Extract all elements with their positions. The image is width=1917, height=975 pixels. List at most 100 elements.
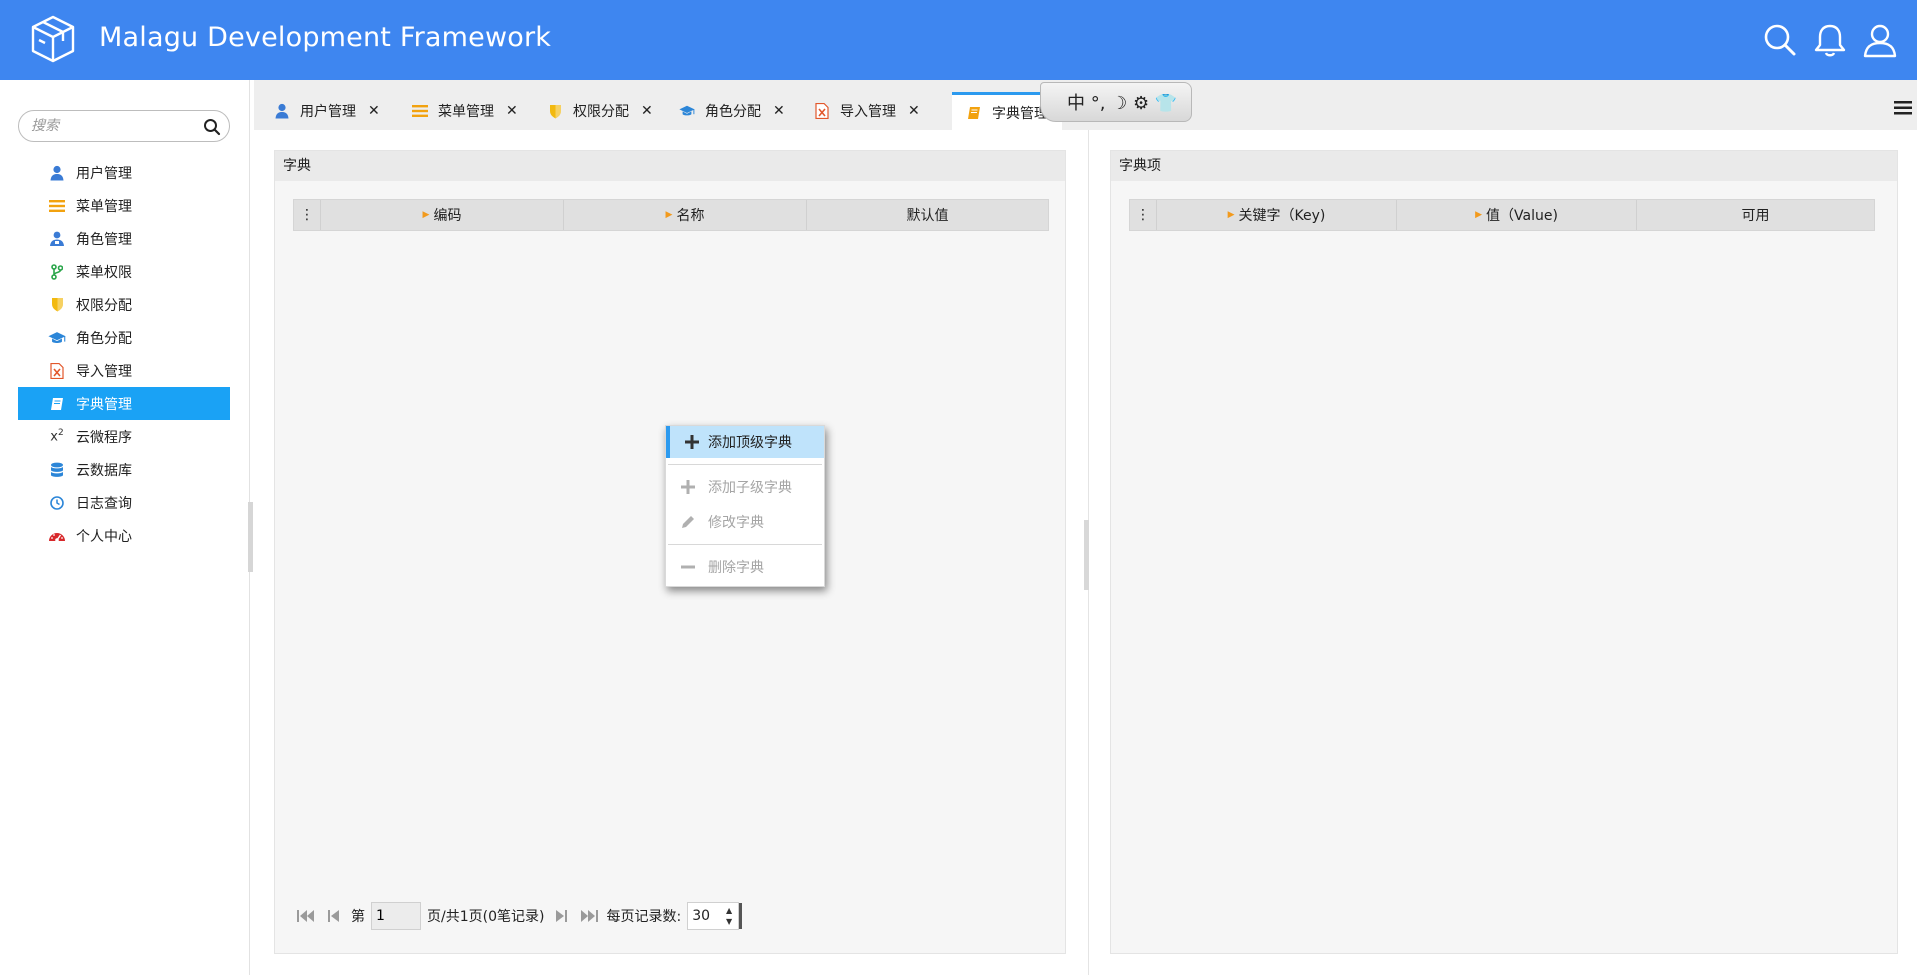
database-icon xyxy=(48,461,66,479)
column-header-key[interactable]: ▶ 关键字（Key) xyxy=(1156,200,1396,230)
next-page-icon[interactable] xyxy=(550,905,572,927)
page-size-value: 30 xyxy=(692,908,711,924)
list-icon xyxy=(412,103,428,119)
sidebar-item-users[interactable]: 角色管理 xyxy=(18,222,230,255)
prev-page-icon[interactable] xyxy=(323,905,345,927)
sidebar-item-dashboard[interactable]: 个人中心 xyxy=(18,519,230,552)
column-header-name[interactable]: ▶ 名称 xyxy=(563,200,806,230)
close-icon[interactable]: ✕ xyxy=(908,103,920,119)
search-icon[interactable] xyxy=(1760,20,1800,60)
panel-title: 字典项 xyxy=(1111,151,1897,181)
sort-icon: ▶ xyxy=(1227,210,1235,220)
menu-separator xyxy=(668,464,822,465)
menu-icon[interactable] xyxy=(1894,100,1912,116)
branch-icon xyxy=(48,263,66,281)
column-header-value[interactable]: ▶ 值（Value) xyxy=(1396,200,1636,230)
sidebar-item-clock[interactable]: 日志查询 xyxy=(18,486,230,519)
sidebar-item-label: 菜单管理 xyxy=(76,198,132,215)
sidebar-item-superscript[interactable]: x2 云微程序 xyxy=(18,420,230,453)
spinner-arrows-icon[interactable]: ▲ ▼ xyxy=(726,905,732,927)
pager: 第 页/共1页(0笔记录) 每页记录数: 30 ▲▼ xyxy=(295,901,743,931)
page-summary: 页/共1页(0笔记录) xyxy=(427,909,545,925)
column-header-default[interactable]: 默认值 xyxy=(806,200,1048,230)
sidebar-menu: 用户管理菜单管理角色管理菜单权限权限分配角色分配导入管理字典管理 x2 云微程序云数… xyxy=(18,156,230,552)
user-icon[interactable] xyxy=(1860,20,1900,60)
sidebar-item-label: 云数据库 xyxy=(76,462,132,479)
page-size-spinner[interactable]: 30 ▲ ▼ xyxy=(687,902,743,930)
sidebar-item-label: 权限分配 xyxy=(76,297,132,314)
sidebar-item-graduation-cap[interactable]: 角色分配 xyxy=(18,321,230,354)
column-menu-icon[interactable]: ⋮ xyxy=(1130,200,1156,230)
menu-separator xyxy=(668,544,822,545)
app-header: Malagu Development Framework xyxy=(0,0,1917,80)
user-icon xyxy=(48,164,66,182)
sidebar-item-label: 导入管理 xyxy=(76,363,132,380)
sidebar-item-label: 字典管理 xyxy=(76,396,132,413)
sidebar-resize-handle[interactable] xyxy=(248,502,253,572)
tab-shield[interactable]: 权限分配 ✕ xyxy=(547,92,653,130)
sidebar-item-label: 云微程序 xyxy=(76,429,132,446)
add-top-dictionary-menu-item[interactable]: 添加顶级字典 xyxy=(666,426,824,458)
book-icon xyxy=(48,395,66,413)
shield-icon xyxy=(547,103,563,119)
tab-label: 导入管理 xyxy=(840,104,896,120)
tab-graduation-cap[interactable]: 角色分配 ✕ xyxy=(679,92,785,130)
shield-icon xyxy=(48,296,66,314)
tab-user[interactable]: 用户管理 ✕ xyxy=(274,92,380,130)
user-icon xyxy=(274,103,290,119)
sidebar-item-book[interactable]: 字典管理 xyxy=(18,387,230,420)
graduation-cap-icon xyxy=(48,329,66,347)
search-icon[interactable] xyxy=(203,118,221,136)
sort-icon: ▶ xyxy=(1475,210,1482,220)
sort-icon: ▶ xyxy=(422,210,430,220)
ime-toolbar: 中 °, ☽ ⚙ 👕 xyxy=(1040,82,1192,122)
context-menu: 添加顶级字典 添加子级字典 修改字典 删除字典 xyxy=(665,425,825,587)
sidebar-item-shield[interactable]: 权限分配 xyxy=(18,288,230,321)
bell-icon[interactable] xyxy=(1810,20,1850,60)
sidebar-search xyxy=(18,110,230,142)
sidebar-item-label: 个人中心 xyxy=(76,528,132,545)
sidebar-item-user[interactable]: 用户管理 xyxy=(18,156,230,189)
clock-icon xyxy=(48,494,66,512)
sidebar-item-database[interactable]: 云数据库 xyxy=(18,453,230,486)
superscript-icon: x2 xyxy=(50,428,64,445)
panel-resize-handle[interactable] xyxy=(1084,520,1089,590)
sidebar-item-label: 角色管理 xyxy=(76,231,132,248)
page-number-input[interactable] xyxy=(371,902,421,930)
dictionary-grid-header: ⋮ ▶ 编码 ▶ 名称 默认值 xyxy=(293,199,1049,231)
sidebar-item-list[interactable]: 菜单管理 xyxy=(18,189,230,222)
first-page-icon[interactable] xyxy=(295,905,317,927)
last-page-icon[interactable] xyxy=(578,905,600,927)
close-icon[interactable]: ✕ xyxy=(641,103,653,119)
add-child-dictionary-menu-item[interactable]: 添加子级字典 xyxy=(666,471,824,503)
delete-dictionary-menu-item[interactable]: 删除字典 xyxy=(666,551,824,583)
tab-list[interactable]: 菜单管理 ✕ xyxy=(412,92,518,130)
plus-icon xyxy=(681,480,695,494)
sidebar-item-label: 用户管理 xyxy=(76,165,132,182)
tab-label: 用户管理 xyxy=(300,104,356,120)
dictionary-items-grid-header: ⋮ ▶ 关键字（Key) ▶ 值（Value) 可用 xyxy=(1129,199,1875,231)
sidebar: 用户管理菜单管理角色管理菜单权限权限分配角色分配导入管理字典管理 x2 云微程序云数… xyxy=(0,80,250,975)
dashboard-icon xyxy=(48,527,66,545)
ime-toolbar-text: 中 °, ☽ ⚙ 👕 xyxy=(1067,93,1178,114)
sidebar-item-excel-file[interactable]: 导入管理 xyxy=(18,354,230,387)
close-icon[interactable]: ✕ xyxy=(773,103,785,119)
search-input[interactable] xyxy=(31,116,201,136)
excel-file-icon xyxy=(814,103,830,119)
users-icon xyxy=(48,230,66,248)
column-header-code[interactable]: ▶ 编码 xyxy=(320,200,563,230)
tab-excel-file[interactable]: 导入管理 ✕ xyxy=(814,92,920,130)
plus-icon xyxy=(685,435,699,449)
column-header-enabled[interactable]: 可用 xyxy=(1636,200,1874,230)
close-icon[interactable]: ✕ xyxy=(368,103,380,119)
page-prefix: 第 xyxy=(351,909,365,925)
sidebar-item-branch[interactable]: 菜单权限 xyxy=(18,255,230,288)
panel-title: 字典 xyxy=(275,151,1065,181)
column-menu-icon[interactable]: ⋮ xyxy=(294,200,320,230)
excel-file-icon xyxy=(48,362,66,380)
tab-label: 角色分配 xyxy=(705,104,761,120)
minus-icon xyxy=(681,565,695,569)
edit-dictionary-menu-item[interactable]: 修改字典 xyxy=(666,506,824,538)
close-icon[interactable]: ✕ xyxy=(506,103,518,119)
cube-logo-icon xyxy=(31,15,75,63)
